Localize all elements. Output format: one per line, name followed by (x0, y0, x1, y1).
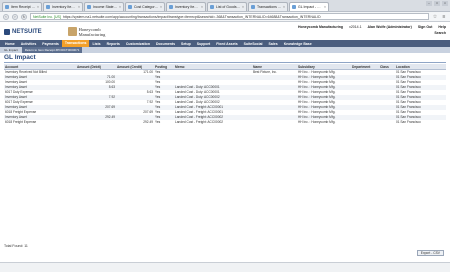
tab-label: Inventory Item - Net (175, 5, 200, 9)
browser-tab[interactable]: Item Receipt - NetS× (2, 2, 42, 11)
gl-impact-table: Account Amount (Debit) Amount (Credit) Post… (4, 64, 446, 125)
window-controls: – □ × (426, 1, 448, 6)
nav-item-support[interactable]: Support (194, 42, 213, 46)
nav-item-sales[interactable]: Sales (266, 42, 281, 46)
table-cell: 01 San Francisco (395, 119, 446, 125)
close-tab-icon[interactable]: × (119, 5, 121, 9)
sign-out-link[interactable]: Sign Out (418, 25, 433, 29)
url-text: https://system.na1.netsuite.com/app/acco… (62, 14, 321, 19)
sub-nav: GL Impact Return to Item Receipt #PORCT0… (0, 47, 450, 53)
favicon-icon (210, 5, 214, 9)
reload-icon[interactable]: ↻ (21, 13, 27, 20)
tab-label: GL Impact - NetSuite (298, 5, 323, 9)
browser-tab[interactable]: Inventory Item - Net× (166, 2, 206, 11)
status-bar (0, 262, 450, 272)
back-icon[interactable]: ‹ (3, 13, 9, 20)
tab-label: Inventory Item - Net (52, 5, 77, 9)
nav-item-reports[interactable]: Reports (104, 42, 123, 46)
nav-item-fixed-assets[interactable]: Fixed Assets (213, 42, 240, 46)
table-cell: 292.49 (116, 119, 154, 125)
honeycomb-logo-icon (67, 27, 77, 36)
tab-label: Item Receipt - NetS (11, 5, 36, 9)
maximize-icon[interactable]: □ (434, 1, 440, 6)
company-name: Honeycomb Manufacturing (78, 26, 106, 37)
tab-label: Transactions - Net (257, 5, 282, 9)
browser-tab[interactable]: GL Impact - NetSuite× (289, 2, 329, 11)
return-to-record-tab[interactable]: Return to Item Receipt #PORCT0000071 (21, 47, 83, 53)
nav-item-payments[interactable]: Payments (39, 42, 62, 46)
star-icon[interactable]: ☆ (432, 14, 438, 20)
nav-item-suitesocial[interactable]: SuiteSocial (241, 42, 266, 46)
nav-item-activities[interactable]: Activities (18, 42, 40, 46)
browser-tab[interactable]: Inventory Item - Net× (43, 2, 83, 11)
tab-label: Cost Category - Net (134, 5, 159, 9)
title-divider (4, 62, 446, 63)
nav-item-setup[interactable]: Setup (178, 42, 194, 46)
nav-item-lists[interactable]: Lists (89, 42, 103, 46)
favicon-icon (128, 5, 132, 9)
table-cell[interactable]: 6018 Freight Expense (4, 119, 76, 125)
favicon-icon (87, 5, 91, 9)
table-cell: Yes (154, 119, 174, 125)
close-tab-icon[interactable]: × (324, 5, 326, 9)
nav-item-customization[interactable]: Customization (123, 42, 153, 46)
netsuite-logo-text: NETSUITE (12, 28, 42, 35)
menu-icon[interactable]: ≡ (441, 14, 447, 20)
minimize-icon[interactable]: – (426, 1, 432, 6)
page-title: GL Impact (4, 54, 36, 61)
close-tab-icon[interactable]: × (78, 5, 80, 9)
nav-item-documents[interactable]: Documents (153, 42, 178, 46)
table-cell[interactable]: HH Inc. : Honeycomb Mfg. (297, 119, 351, 125)
browser-tab[interactable]: List of Goods Serv× (207, 2, 247, 11)
favicon-icon (169, 5, 173, 9)
nav-item-transactions[interactable]: Transactions (61, 40, 90, 47)
nav-item-knowledge-base[interactable]: Knowledge Base (281, 42, 315, 46)
table-cell: Landed Cost - Freight: ACC00002 (174, 119, 252, 125)
secure-site-label: NetSuite Inc. [US] (33, 14, 61, 19)
browser-tab[interactable]: Cost Category - Net× (125, 2, 165, 11)
search-label[interactable]: Search (298, 31, 446, 35)
favicon-icon (292, 5, 296, 9)
favicon-icon (46, 5, 50, 9)
netsuite-header: NETSUITE Honeycomb Manufacturing Honeyco… (0, 23, 450, 40)
netsuite-logo[interactable]: NETSUITE (4, 28, 42, 35)
table-cell (351, 119, 379, 125)
browser-tab-strip: Item Receipt - NetS×Inventory Item - Net… (0, 0, 450, 12)
close-tab-icon[interactable]: × (37, 5, 39, 9)
netsuite-logo-icon (4, 28, 10, 35)
version-label: v2014.1 (349, 25, 362, 29)
user-name[interactable]: Alan Wolfe (Administrator) (368, 25, 412, 29)
browser-tab[interactable]: Transactions - Net× (248, 2, 288, 11)
help-link[interactable]: Help (438, 25, 446, 29)
close-icon[interactable]: × (442, 1, 448, 6)
table-row: 6018 Freight Expense 292.49 Yes Landed Cost… (4, 119, 446, 125)
favicon-icon (251, 5, 255, 9)
table-cell (252, 119, 297, 125)
main-nav: Home Activities Payments Transactions Lists R… (0, 40, 450, 47)
favicon-icon (5, 5, 9, 9)
close-tab-icon[interactable]: × (201, 5, 203, 9)
table-cell (76, 119, 116, 125)
address-bar: ‹ › ↻ NetSuite Inc. [US] https://system.… (0, 12, 450, 22)
account-area: Honeycomb Manufacturing v2014.1 Alan Wol… (298, 25, 446, 35)
tab-label: Income Statement (93, 5, 118, 9)
company-logo: Honeycomb Manufacturing (67, 26, 119, 37)
total-found: Total Found: 11 (4, 244, 28, 248)
close-tab-icon[interactable]: × (160, 5, 162, 9)
tab-label: List of Goods Serv (216, 5, 241, 9)
account-name: Honeycomb Manufacturing (297, 25, 344, 29)
breadcrumb: GL Impact (4, 48, 18, 52)
table-cell (379, 119, 395, 125)
close-tab-icon[interactable]: × (283, 5, 285, 9)
url-field[interactable]: NetSuite Inc. [US] https://system.na1.ne… (30, 13, 429, 20)
export-csv-button[interactable]: Export - CSV (416, 250, 444, 256)
close-tab-icon[interactable]: × (242, 5, 244, 9)
nav-item-home[interactable]: Home (2, 42, 18, 46)
browser-tab[interactable]: Income Statement× (84, 2, 124, 11)
forward-icon[interactable]: › (12, 13, 18, 20)
